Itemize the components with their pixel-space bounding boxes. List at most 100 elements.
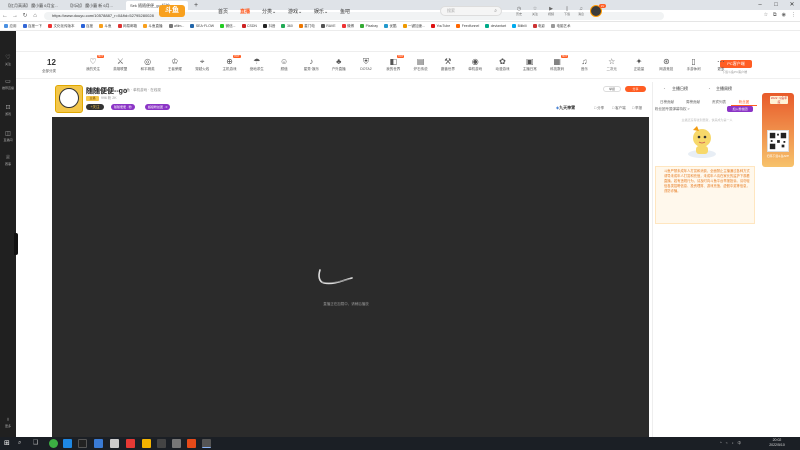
nav-live[interactable]: 直播 <box>240 8 250 15</box>
search-icon[interactable]: ⌕ <box>18 439 27 448</box>
bookmark[interactable]: 电脑艺术 <box>551 24 571 29</box>
sidebar-item-more[interactable]: ♁ 更多 <box>0 417 16 428</box>
all-category-label[interactable]: 全部分类 <box>42 69 56 74</box>
nav-home[interactable]: 首页 <box>218 8 228 15</box>
minimize-icon[interactable]: – <box>752 0 768 10</box>
ime-indicator[interactable]: 中 <box>738 438 742 449</box>
share-button[interactable]: 分享 <box>625 86 646 92</box>
tab-week-contribution[interactable]: 周榜贡献 <box>680 98 706 106</box>
bookmark[interactable]: 抖音 <box>262 24 275 29</box>
bookmark[interactable]: 百度 <box>80 24 93 29</box>
category-item[interactable]: ☆ 二次元 <box>599 57 625 72</box>
sidebar-item-follow[interactable]: ♡ 关注 <box>0 55 16 66</box>
follow-button[interactable]: +关注 <box>86 104 104 110</box>
category-item[interactable]: ▯ 手游休闲 <box>681 57 707 72</box>
bookmark[interactable]: Feedfunnel <box>456 24 479 28</box>
forward-icon[interactable]: → <box>10 13 20 19</box>
browser-tab[interactable]: 【红月高清】 魔小蘑 6月宝... <box>2 1 62 10</box>
category-item[interactable]: ⚒ 魔兽世界 <box>435 57 461 72</box>
bookmark[interactable]: 文化化传版本 <box>48 24 75 29</box>
rank-title-week[interactable]: 主播周榜 <box>716 86 732 92</box>
follow-button[interactable]: ☆ 关注 <box>528 6 542 16</box>
history-button[interactable]: ◷ 历史 <box>512 6 526 16</box>
app-icon[interactable] <box>63 439 72 448</box>
message-button[interactable]: ♫ 消息 <box>574 6 588 16</box>
search-icon[interactable]: ⌕ <box>494 7 497 15</box>
category-item[interactable]: ☺ 颜值 <box>271 57 297 72</box>
back-icon[interactable]: ← <box>0 13 10 19</box>
category-item[interactable]: ♔ 王者荣耀 <box>162 57 188 72</box>
category-item[interactable]: ◉ 单机游戏 <box>462 57 488 72</box>
nav-entertain[interactable]: 娱乐⌄ <box>314 8 328 15</box>
sidebar-collapse-handle[interactable] <box>14 233 18 255</box>
task-view-icon[interactable]: ❑ <box>33 439 42 448</box>
report-button[interactable]: 举报 <box>603 86 621 92</box>
reload-icon[interactable]: ↻ <box>20 12 30 19</box>
rank-title-day[interactable]: 主播日榜 <box>672 86 688 92</box>
category-item[interactable]: ▤ 炉石传说 <box>408 57 434 72</box>
category-item[interactable]: ♣ 户外直播 <box>326 57 352 72</box>
profile-icon[interactable]: ◉ <box>782 12 786 18</box>
fan-pill[interactable]: 随随便便 · 粉 <box>111 104 135 110</box>
browser-tab[interactable]: 【抖动】 魔小蘑 新 6月... <box>64 1 124 10</box>
sidebar-item-games[interactable]: ⊡ 游戏 <box>0 105 16 116</box>
app-icon[interactable] <box>187 439 196 448</box>
nav-yuba[interactable]: 鱼吧 <box>340 8 350 15</box>
app-icon[interactable] <box>78 439 87 448</box>
bookmark[interactable]: deviantart <box>485 24 506 28</box>
bookmark[interactable]: Pixabay <box>360 24 378 28</box>
category-item[interactable]: ✦ 正能量 <box>626 57 652 72</box>
category-item[interactable]: ▣ 主播日常 <box>517 57 543 72</box>
room-tool[interactable]: □ 分享 <box>594 106 604 111</box>
category-item[interactable]: ✿ 动漫游戏 <box>490 57 516 72</box>
start-icon[interactable]: ⊞ <box>4 439 13 448</box>
bookmark[interactable]: 优酷 <box>384 24 397 29</box>
browser-taskbar-icon[interactable] <box>202 439 211 448</box>
category-item[interactable]: ⋯ 更多 <box>708 57 734 72</box>
app-icon[interactable] <box>94 439 103 448</box>
category-item[interactable]: ▦ 科技数码 HOT <box>544 55 570 72</box>
sidebar-item-recommend[interactable]: ▭ 推荐直播 <box>0 79 16 90</box>
join-fan-club-button[interactable]: 加入粉丝团 <box>727 106 753 112</box>
tab-vip-list[interactable]: 贵宾列表 <box>706 98 732 106</box>
category-item[interactable]: ◧ 我的世界 HOT <box>380 55 406 72</box>
bookmark[interactable]: RAVE <box>320 24 336 28</box>
category-item[interactable]: ⊛ 网游竞技 <box>653 57 679 72</box>
category-item[interactable]: ♪ 星秀·娱乐 <box>298 57 324 72</box>
bookmark[interactable]: YouTube <box>430 24 450 28</box>
bookmark[interactable]: 一键加速... <box>402 24 425 29</box>
bookmark[interactable]: 百度一下 <box>22 24 42 29</box>
download-button[interactable]: ▯ 下载 <box>560 6 574 16</box>
category-item[interactable]: ♫ 音乐 <box>571 57 597 72</box>
extension-icon[interactable]: ⧉ <box>773 12 777 18</box>
tab-day-contribution[interactable]: 日榜贡献 <box>654 98 680 106</box>
home-icon[interactable]: ⌂ <box>30 13 40 19</box>
room-tool[interactable]: □ 客户端 <box>612 106 626 111</box>
category-item[interactable]: ⌖ 穿越火线 <box>189 57 215 72</box>
bookmark[interactable]: 应用 <box>4 24 17 29</box>
bookmark[interactable]: 360 <box>281 24 293 28</box>
app-icon[interactable] <box>142 439 151 448</box>
bookmark-star-icon[interactable]: ☆ <box>764 12 768 18</box>
category-item[interactable]: ♡ 我的关注 HOT <box>80 55 106 72</box>
new-tab-button[interactable]: + <box>190 1 200 10</box>
app-icon[interactable] <box>157 439 166 448</box>
app-icon[interactable] <box>110 439 119 448</box>
tray-expand-icon[interactable]: ^ <box>720 438 722 449</box>
bookmark[interactable]: afilm... <box>168 24 184 28</box>
search-input[interactable]: 搜索 ⌕ <box>440 6 502 16</box>
bookmark[interactable]: 微信... <box>220 24 236 29</box>
bookmark[interactable]: CSDN <box>241 24 257 28</box>
site-logo[interactable]: 斗鱼 <box>159 5 185 17</box>
bookmark[interactable]: 微博 <box>341 24 354 29</box>
close-icon[interactable]: ✕ <box>784 0 800 10</box>
bookmark[interactable]: Bilibili <box>512 24 527 28</box>
super-fan-pill[interactable]: 超级粉丝团 · 0 <box>145 104 171 110</box>
app-icon[interactable] <box>172 439 181 448</box>
app-icon[interactable] <box>126 439 135 448</box>
tab-fan-club[interactable]: 粉丝团 <box>731 98 757 106</box>
sidebar-item-events[interactable]: ♕ 赛事 <box>0 155 16 166</box>
room-tool[interactable]: □ 举报 <box>632 106 642 111</box>
all-category-count[interactable]: 12 <box>47 58 56 67</box>
menu-icon[interactable]: ⋮ <box>791 12 796 18</box>
